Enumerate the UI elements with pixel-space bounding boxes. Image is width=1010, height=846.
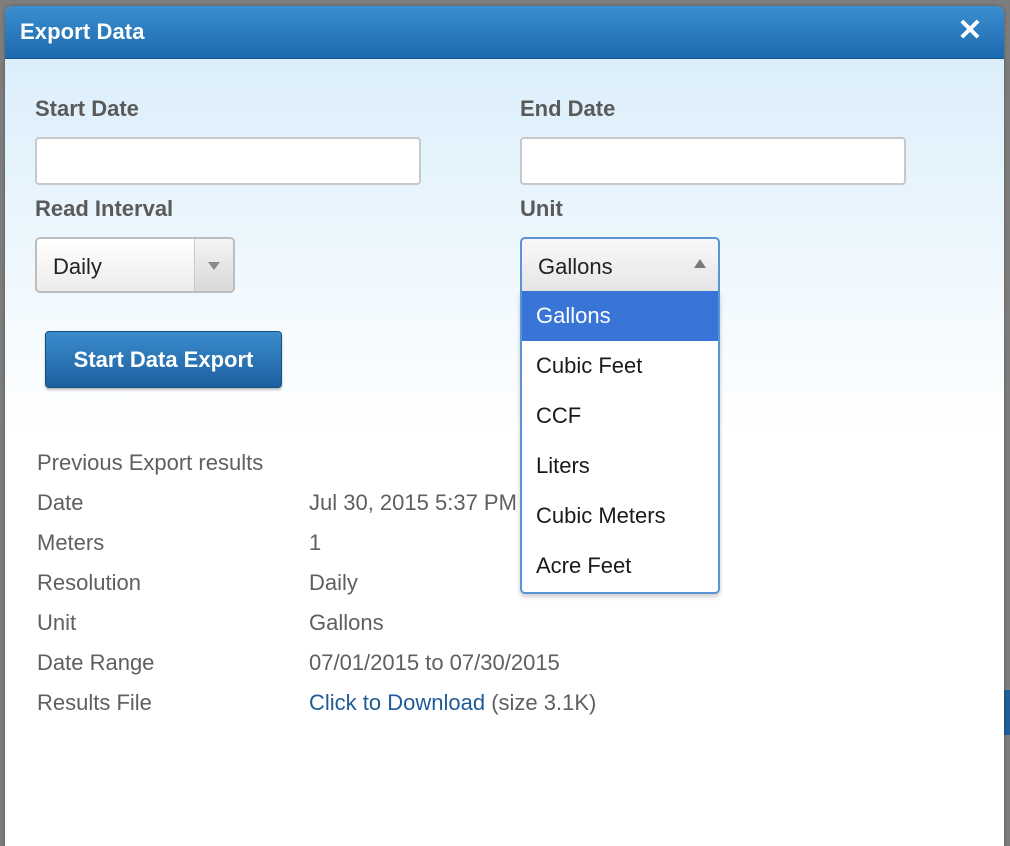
end-date-label: End Date (520, 96, 616, 121)
unit-label: Unit (520, 196, 563, 221)
read-interval-arrow (194, 239, 233, 291)
start-date-input[interactable] (35, 137, 421, 185)
read-interval-select[interactable]: Daily (35, 237, 235, 293)
result-key-unit: Unit (37, 610, 77, 635)
download-link[interactable]: Click to Download (309, 690, 485, 715)
read-interval-label: Read Interval (35, 196, 174, 221)
end-date-input[interactable] (520, 137, 906, 185)
unit-option-liters[interactable]: Liters (522, 441, 718, 491)
result-value-unit: Gallons (309, 610, 384, 635)
unit-option-ccf[interactable]: CCF (522, 391, 718, 441)
previous-export-results-title: Previous Export results (37, 450, 264, 475)
start-date-label: Start Date (35, 96, 139, 121)
result-key-date: Date (37, 490, 84, 515)
result-key-meters: Meters (37, 530, 105, 555)
dialog-title: Export Data (20, 19, 145, 44)
unit-option-cubic-feet[interactable]: Cubic Feet (522, 341, 718, 391)
file-size-note: (size 3.1K) (491, 690, 597, 715)
result-value-resolution: Daily (309, 570, 358, 595)
unit-dropdown-list: Gallons Cubic Feet CCF Liters Cubic Mete… (520, 291, 720, 594)
result-value-date: Jul 30, 2015 5:37 PM (309, 490, 517, 515)
result-key-results-file: Results File (37, 690, 152, 715)
export-data-dialog: Export Data ✕ Start Date End Date Read I… (5, 6, 1004, 846)
unit-value: Gallons (538, 254, 613, 279)
result-value-date-range: 07/01/2015 to 07/30/2015 (309, 650, 560, 675)
read-interval-value: Daily (53, 254, 102, 279)
unit-option-gallons[interactable]: Gallons (522, 291, 718, 341)
unit-option-acre-feet[interactable]: Acre Feet (522, 541, 718, 591)
result-key-resolution: Resolution (37, 570, 141, 595)
dialog-titlebar: Export Data ✕ (5, 6, 1004, 59)
start-data-export-button[interactable]: Start Data Export (45, 331, 282, 388)
unit-select[interactable]: Gallons (520, 237, 720, 293)
chevron-up-icon (694, 259, 706, 268)
close-icon[interactable]: ✕ (955, 16, 985, 46)
result-value-results-file: Click to Download (size 3.1K) (309, 690, 596, 716)
unit-option-cubic-meters[interactable]: Cubic Meters (522, 491, 718, 541)
result-key-date-range: Date Range (37, 650, 155, 675)
chevron-down-icon (208, 262, 220, 270)
result-value-meters: 1 (309, 530, 322, 555)
